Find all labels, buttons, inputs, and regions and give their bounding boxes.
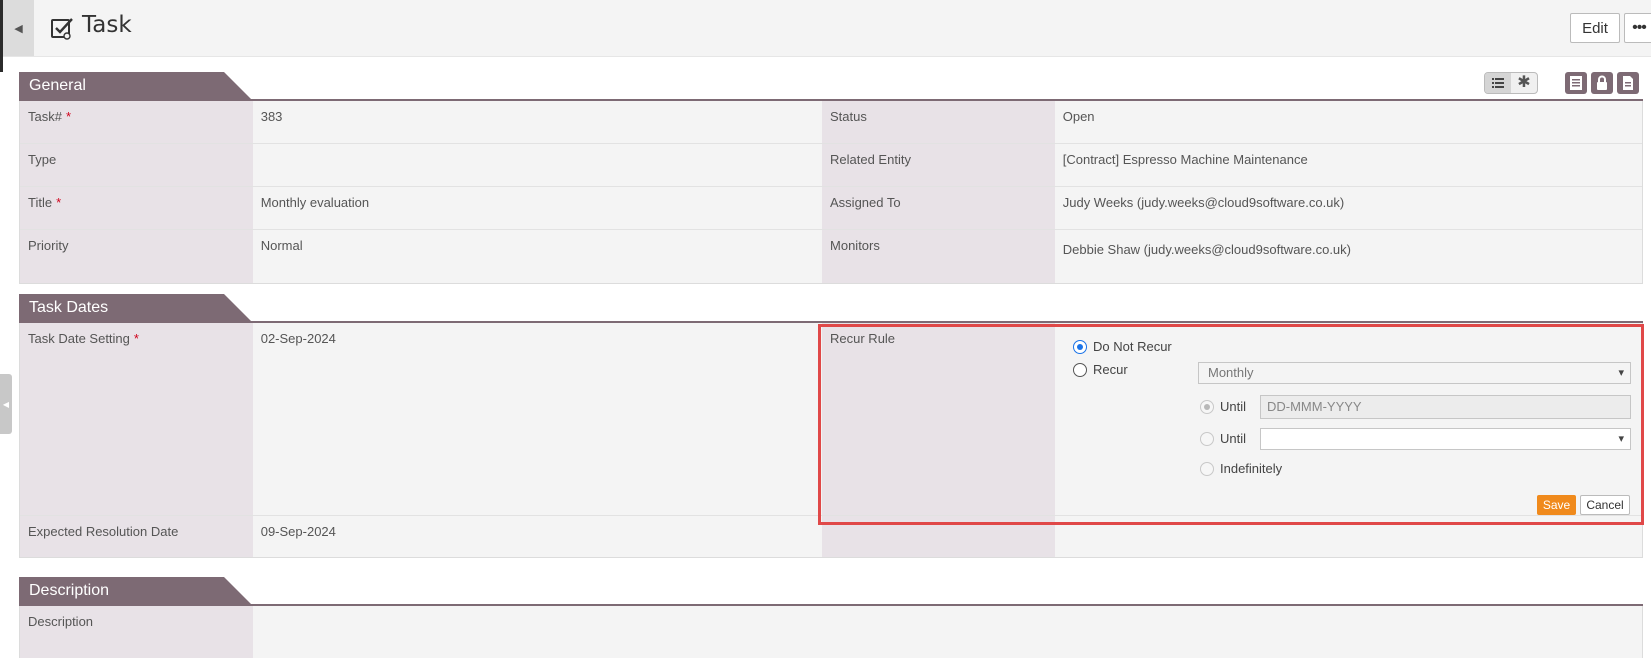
indefinitely-label: Indefinitely bbox=[1220, 461, 1283, 476]
left-edge-bar bbox=[0, 0, 3, 72]
field-value-task-date-setting: 02-Sep-2024 bbox=[252, 323, 823, 515]
field-label-type: Type bbox=[20, 144, 253, 186]
page-title: Task bbox=[82, 12, 132, 38]
required-only-button[interactable]: ✱ bbox=[1511, 73, 1537, 93]
field-label-related-entity: Related Entity bbox=[822, 144, 1055, 186]
field-value-expected-resolution: 09-Sep-2024 bbox=[252, 516, 823, 557]
field-row-description: Description bbox=[20, 606, 1642, 658]
field-value-empty bbox=[1054, 516, 1642, 557]
recur-radio[interactable] bbox=[1073, 363, 1087, 377]
field-row-type: Type Related Entity [Contract] Espresso … bbox=[20, 143, 1642, 186]
chevron-down-icon: ▾ bbox=[1618, 433, 1624, 445]
until-count-select[interactable]: ▾ bbox=[1260, 428, 1631, 450]
recur-frequency-value: Monthly bbox=[1208, 365, 1254, 380]
field-value-status: Open bbox=[1054, 101, 1642, 143]
recur-label[interactable]: Recur bbox=[1093, 362, 1128, 377]
view-toggle: ✱ bbox=[1484, 72, 1538, 94]
until-date-label: Until bbox=[1220, 399, 1247, 414]
field-value-description bbox=[252, 606, 1642, 658]
caret-left-icon: ◀ bbox=[2, 399, 10, 409]
field-value-title: Monthly evaluation bbox=[252, 187, 823, 229]
chevron-down-icon: ▾ bbox=[1618, 367, 1624, 379]
indefinitely-radio[interactable] bbox=[1200, 462, 1214, 476]
list-icon bbox=[1492, 78, 1504, 88]
cancel-button[interactable]: Cancel bbox=[1580, 495, 1630, 515]
document-button[interactable] bbox=[1617, 72, 1639, 94]
caret-left-icon: ◀ bbox=[14, 22, 23, 35]
asterisk-icon: ✱ bbox=[1517, 74, 1531, 91]
until-date-radio[interactable] bbox=[1200, 400, 1214, 414]
side-panel-toggle[interactable]: ◀ bbox=[0, 374, 12, 434]
field-value-assigned-to[interactable]: Judy Weeks (judy.weeks@cloud9software.co… bbox=[1054, 187, 1642, 229]
field-label-monitors: Monitors bbox=[822, 230, 1055, 283]
form-view-button[interactable] bbox=[1565, 72, 1587, 94]
field-label-expected-resolution: Expected Resolution Date bbox=[20, 516, 253, 557]
description-fields-grid: Description bbox=[19, 606, 1643, 658]
field-row-expected-resolution: Expected Resolution Date 09-Sep-2024 bbox=[20, 515, 1642, 557]
section-header-description: Description bbox=[19, 577, 252, 605]
field-label-priority: Priority bbox=[20, 230, 253, 283]
edit-button[interactable]: Edit bbox=[1570, 13, 1620, 43]
page-header: ◀ Task Edit ••• bbox=[0, 0, 1651, 57]
document-icon bbox=[1623, 76, 1633, 90]
field-label-recur-rule: Recur Rule bbox=[822, 323, 1055, 515]
field-label-empty bbox=[822, 516, 1055, 557]
field-label-description: Description bbox=[20, 606, 253, 658]
field-row-task-number: Task# * 383 Status Open bbox=[20, 101, 1642, 143]
field-value-task-number: 383 bbox=[252, 101, 823, 143]
field-label-task-date-setting: Task Date Setting * bbox=[20, 323, 253, 515]
field-value-type bbox=[252, 144, 823, 186]
general-fields-grid: Task# * 383 Status Open Type Related Enti… bbox=[19, 101, 1643, 284]
field-row-title: Title * Monthly evaluation Assigned To Ju… bbox=[20, 186, 1642, 229]
field-label-title: Title * bbox=[20, 187, 253, 229]
do-not-recur-label[interactable]: Do Not Recur bbox=[1093, 339, 1172, 354]
field-row-priority: Priority Normal Monitors Debbie Shaw (ju… bbox=[20, 229, 1642, 283]
field-value-monitors[interactable]: Debbie Shaw (judy.weeks@cloud9software.c… bbox=[1054, 230, 1642, 283]
save-button[interactable]: Save bbox=[1537, 495, 1576, 515]
do-not-recur-radio[interactable] bbox=[1073, 340, 1087, 354]
form-icon bbox=[1570, 76, 1582, 90]
collapse-sidebar-button[interactable]: ◀ bbox=[3, 0, 34, 56]
lock-button[interactable] bbox=[1591, 72, 1613, 94]
field-label-status: Status bbox=[822, 101, 1055, 143]
until-count-label: Until bbox=[1220, 431, 1247, 446]
until-count-radio[interactable] bbox=[1200, 432, 1214, 446]
task-checkbox-icon bbox=[51, 18, 73, 40]
field-value-priority: Normal bbox=[252, 230, 823, 283]
field-row-task-date-setting: Task Date Setting * 02-Sep-2024 Recur Rul… bbox=[20, 323, 1642, 515]
field-label-task-number: Task# * bbox=[20, 101, 253, 143]
recur-frequency-select[interactable]: Monthly ▾ bbox=[1198, 362, 1631, 384]
section-header-task-dates: Task Dates bbox=[19, 294, 252, 322]
until-date-input[interactable]: DD-MMM-YYYY bbox=[1260, 395, 1631, 419]
more-options-button[interactable]: ••• bbox=[1624, 13, 1651, 43]
list-view-button[interactable] bbox=[1485, 73, 1511, 93]
section-header-general: General bbox=[19, 72, 252, 100]
field-label-assigned-to: Assigned To bbox=[822, 187, 1055, 229]
field-value-related-entity[interactable]: [Contract] Espresso Machine Maintenance bbox=[1054, 144, 1642, 186]
lock-icon bbox=[1597, 75, 1607, 90]
